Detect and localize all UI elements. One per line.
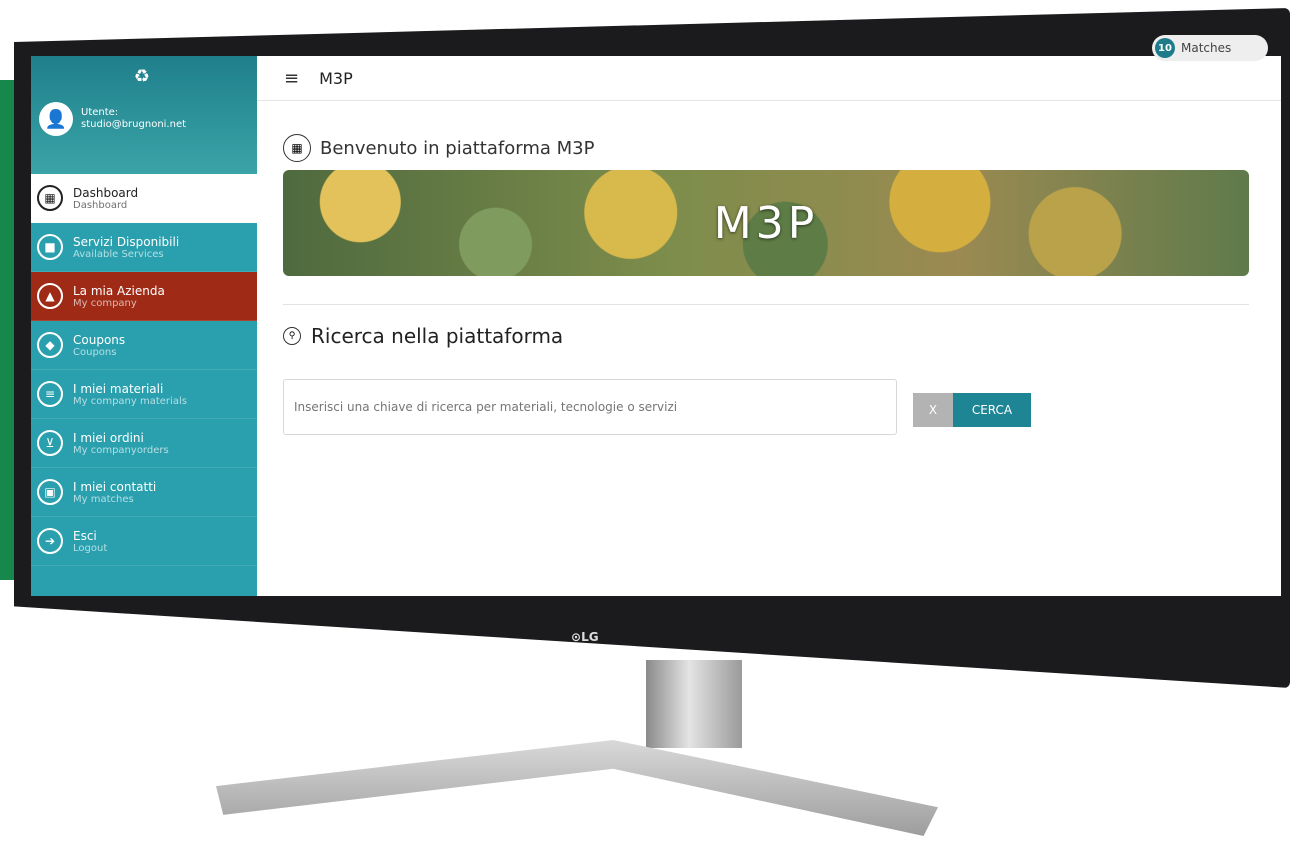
sidebar-item-sublabel: My companyorders xyxy=(73,444,169,456)
search-title: Ricerca nella piattaforma xyxy=(311,324,564,348)
search-icon: ⚲ xyxy=(283,327,301,345)
sidebar-item-sublabel: My matches xyxy=(73,493,134,505)
sidebar-item-coupons[interactable]: ◆ Coupons Coupons xyxy=(31,321,257,370)
user-email: studio@brugnoni.net xyxy=(81,119,187,130)
sidebar-item-sublabel: Logout xyxy=(73,542,108,554)
logout-icon: ➔ xyxy=(37,528,63,554)
sidebar-item-logout[interactable]: ➔ Esci Logout xyxy=(31,517,257,566)
sidebar-item-label: Dashboard xyxy=(73,185,139,200)
search-heading: ⚲ Ricerca nella piattaforma xyxy=(283,324,563,348)
contact-icon: ▣ xyxy=(37,479,63,505)
matches-label: Matches xyxy=(1181,41,1232,55)
user-block: 👤 Utente: studio@brugnoni.net xyxy=(39,102,186,136)
sidebar-item-company[interactable]: ▲ La mia Azienda My company xyxy=(31,272,257,321)
divider xyxy=(283,304,1249,305)
sidebar-item-label: Coupons xyxy=(73,332,126,347)
cart-icon: ⊻ xyxy=(37,430,63,456)
warning-icon: ▲ xyxy=(37,283,63,309)
sidebar-item-sublabel: My company xyxy=(73,297,137,309)
user-info: Utente: studio@brugnoni.net xyxy=(81,107,186,131)
sidebar-item-label: La mia Azienda xyxy=(73,283,165,298)
sidebar: ♻ 👤 Utente: studio@brugnoni.net ▦ Dashbo… xyxy=(31,56,257,596)
top-bar: ≡ M3P xyxy=(257,56,1281,101)
sidebar-item-label: I miei ordini xyxy=(73,430,144,445)
sidebar-item-label: I miei materiali xyxy=(73,381,164,396)
brand-label: LG xyxy=(581,630,599,644)
recycle-logo-icon: ♻ xyxy=(133,66,151,87)
sidebar-item-materials[interactable]: ≡ I miei materiali My company materials xyxy=(31,370,257,419)
sidebar-header: ♻ 👤 Utente: studio@brugnoni.net xyxy=(31,56,257,174)
sidebar-item-label: Servizi Disponibili xyxy=(73,234,180,249)
sidebar-item-sublabel: Dashboard xyxy=(73,199,128,211)
matches-badge[interactable]: 10 Matches xyxy=(1152,35,1268,61)
sidebar-item-dashboard[interactable]: ▦ Dashboard Dashboard xyxy=(31,174,257,223)
sidebar-item-orders[interactable]: ⊻ I miei ordini My companyorders xyxy=(31,419,257,468)
list-icon: ≡ xyxy=(37,381,63,407)
briefcase-icon: ■ xyxy=(37,234,63,260)
sidebar-item-sublabel: Coupons xyxy=(73,346,117,358)
user-label: Utente: xyxy=(81,107,119,118)
sidebar-item-services[interactable]: ■ Servizi Disponibili Available Services xyxy=(31,223,257,272)
monitor-stand-neck xyxy=(646,660,742,748)
sidebar-item-contacts[interactable]: ▣ I miei contatti My matches xyxy=(31,468,257,517)
sidebar-item-sublabel: My company materials xyxy=(73,395,187,407)
lg-logo: ⊙LG xyxy=(571,630,599,644)
matches-count: 10 xyxy=(1155,38,1175,58)
search-input[interactable] xyxy=(283,379,897,435)
menu-icon[interactable]: ≡ xyxy=(284,68,299,89)
dashboard-icon: ▦ xyxy=(283,134,311,162)
search-button[interactable]: CERCA xyxy=(953,393,1031,427)
avatar-icon: 👤 xyxy=(39,102,73,136)
welcome-heading: ▦ Benvenuto in piattaforma M3P xyxy=(283,134,594,162)
sidebar-item-sublabel: Available Services xyxy=(73,248,164,260)
app-title: M3P xyxy=(319,68,353,88)
monitor-screen: ♻ 👤 Utente: studio@brugnoni.net ▦ Dashbo… xyxy=(31,56,1281,596)
banner-title: M3P xyxy=(713,197,819,249)
clear-button[interactable]: X xyxy=(913,393,953,427)
welcome-title: Benvenuto in piattaforma M3P xyxy=(320,137,595,159)
hero-banner: M3P xyxy=(283,170,1249,276)
sidebar-item-label: Esci xyxy=(73,528,97,543)
dashboard-icon: ▦ xyxy=(37,185,63,211)
tag-icon: ◆ xyxy=(37,332,63,358)
monitor-stand-base xyxy=(216,740,938,836)
sidebar-item-label: I miei contatti xyxy=(73,479,157,494)
